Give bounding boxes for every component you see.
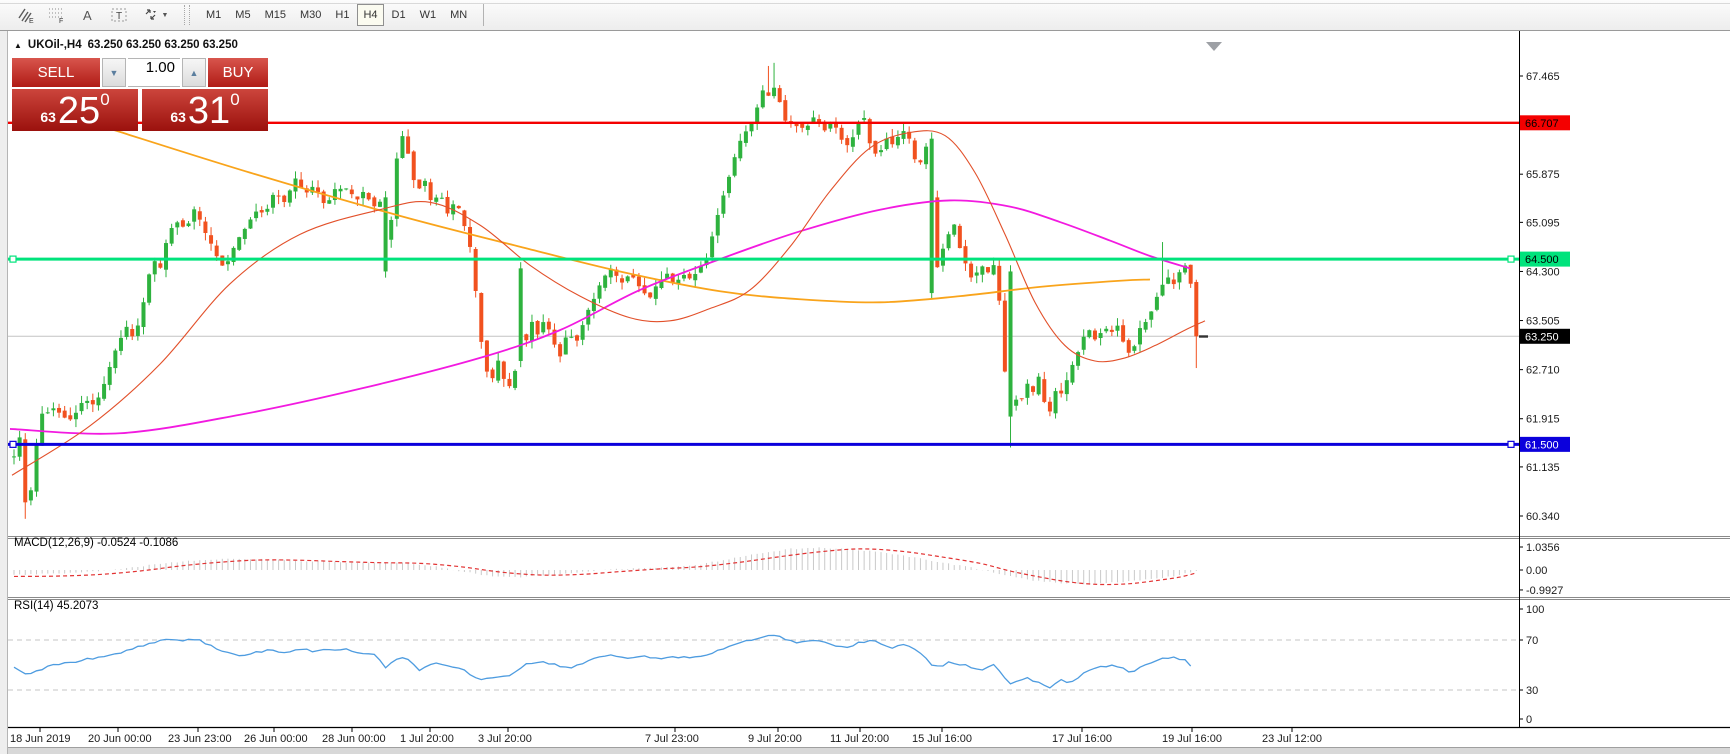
price-chart-canvas[interactable]: 67.465 65.875 65.095 64.300 63.505 62.710 61.9… <box>8 31 1730 754</box>
buy-button[interactable]: BUY <box>208 58 268 87</box>
bid-price-marker <box>1199 335 1208 337</box>
trading-platform-window: EFAT▼ M1M5M15M30H1H4D1W1MN 67.46565.8756… <box>0 0 1730 754</box>
rsi-axis-label: 70 <box>1526 635 1538 647</box>
tab-timeframe-D1[interactable]: D1 <box>386 4 412 26</box>
chart-title: ▲ UKOil-,H4 63.250 63.250 63.250 63.250 <box>14 39 238 51</box>
macd-axis-label: 1.0356 <box>1526 542 1560 554</box>
macd-indicator-label: MACD(12,26,9) -0.0524 -0.1086 <box>14 537 178 549</box>
chevron-down-icon: ▼ <box>162 12 169 19</box>
price-tick-label: 62.710 <box>1526 365 1560 377</box>
svg-text:A: A <box>83 8 92 23</box>
volume-decrease-button[interactable]: ▼ <box>102 58 126 87</box>
macd-axis-label: 0.00 <box>1526 565 1547 577</box>
tab-timeframe-H4[interactable]: H4 <box>357 4 383 26</box>
chart-ohlc-values: 63.250 63.250 63.250 63.250 <box>88 39 238 51</box>
one-click-trading-panel: SELL ▼ 1.00 ▲ BUY 63 25 0 63 31 0 <box>12 58 268 131</box>
time-axis-label: 1 Jul 20:00 <box>400 733 454 745</box>
price-tick-label: 67.465 <box>1526 71 1560 83</box>
window-bottom-edge <box>8 747 1730 754</box>
price-badge-label: 64.500 <box>1525 254 1559 266</box>
time-axis-label: 18 Jun 2019 <box>10 733 71 745</box>
sell-price-point: 0 <box>100 90 109 110</box>
text-box-icon-button[interactable]: T <box>105 3 133 27</box>
price-tick-label: 61.915 <box>1526 414 1560 426</box>
line-handle-right[interactable] <box>1508 441 1514 447</box>
grid-icon-button[interactable]: F <box>43 3 71 27</box>
buy-price-quote[interactable]: 63 31 0 <box>142 89 268 131</box>
tab-timeframe-M30[interactable]: M30 <box>294 4 327 26</box>
drawing-tools-group: E F A T ▼ <box>12 3 174 27</box>
sell-price-quote[interactable]: 63 25 0 <box>12 89 138 131</box>
toolbar-separator <box>483 4 484 26</box>
time-axis-label: 15 Jul 16:00 <box>912 733 972 745</box>
main-toolbar: E F A T ▼ M1M5M15M30H1H4D1W1MN <box>0 0 1730 31</box>
svg-text:E: E <box>29 18 34 24</box>
rsi-axis-label: 100 <box>1526 604 1544 616</box>
time-axis-label: 20 Jun 00:00 <box>88 733 152 745</box>
price-tick-label: 65.875 <box>1526 169 1560 181</box>
price-badge-label: 63.250 <box>1525 331 1559 343</box>
indicators-icon-button[interactable]: E <box>12 3 40 27</box>
text-label-icon-button[interactable]: A <box>74 3 102 27</box>
chart-area: 67.465 65.875 65.095 64.300 63.505 62.710 61.9… <box>8 31 1730 754</box>
line-handle-right[interactable] <box>1508 256 1514 262</box>
price-tick-label: 63.505 <box>1526 316 1560 328</box>
timeframe-group: M1M5M15M30H1H4D1W1MN <box>200 4 473 26</box>
svg-text:T: T <box>116 11 122 22</box>
toolbar-drag-handle[interactable] <box>184 5 190 25</box>
tab-timeframe-M5[interactable]: M5 <box>229 4 256 26</box>
price-tick-label: 60.340 <box>1526 511 1560 523</box>
price-tick-label: 64.300 <box>1526 266 1560 278</box>
time-axis-label: 23 Jul 12:00 <box>1262 733 1322 745</box>
rsi-axis-label: 0 <box>1526 714 1532 726</box>
rsi-indicator-label: RSI(14) 45.2073 <box>14 600 98 612</box>
tab-timeframe-M1[interactable]: M1 <box>200 4 227 26</box>
macd-axis-label: -0.9927 <box>1526 585 1563 597</box>
tab-timeframe-H1[interactable]: H1 <box>329 4 355 26</box>
buy-price-main: 31 <box>188 93 230 129</box>
price-tick-label: 61.135 <box>1526 462 1560 474</box>
svg-text:F: F <box>59 18 63 24</box>
time-axis-label: 9 Jul 20:00 <box>748 733 802 745</box>
line-handle-left[interactable] <box>10 256 16 262</box>
rsi-axis-label: 30 <box>1526 685 1538 697</box>
tab-timeframe-M15[interactable]: M15 <box>259 4 292 26</box>
volume-increase-button[interactable]: ▲ <box>182 58 206 87</box>
time-axis-label: 19 Jul 16:00 <box>1162 733 1222 745</box>
time-axis-label: 11 Jul 20:00 <box>830 733 889 745</box>
sell-price-prefix: 63 <box>40 109 56 125</box>
time-axis-label: 26 Jun 00:00 <box>244 733 308 745</box>
time-axis-label: 23 Jun 23:00 <box>168 733 232 745</box>
symbol-triangle-icon: ▲ <box>14 41 22 50</box>
volume-input[interactable]: 1.00 <box>128 58 180 87</box>
buy-price-point: 0 <box>230 90 239 110</box>
sell-price-main: 25 <box>58 93 100 129</box>
time-axis-label: 3 Jul 20:00 <box>478 733 532 745</box>
price-badge-label: 66.707 <box>1525 118 1559 130</box>
sell-button[interactable]: SELL <box>12 58 100 87</box>
time-axis-label: 28 Jun 00:00 <box>322 733 386 745</box>
tab-timeframe-W1[interactable]: W1 <box>414 4 443 26</box>
window-left-edge <box>0 31 8 754</box>
chart-symbol: UKOil-,H4 <box>28 39 82 51</box>
tab-timeframe-MN[interactable]: MN <box>444 4 473 26</box>
price-badge-label: 61.500 <box>1525 439 1559 451</box>
buy-price-prefix: 63 <box>170 109 186 125</box>
time-axis-label: 7 Jul 23:00 <box>645 733 699 745</box>
price-tick-label: 65.095 <box>1526 217 1560 229</box>
time-axis-label: 17 Jul 16:00 <box>1052 733 1112 745</box>
line-handle-left[interactable] <box>10 441 16 447</box>
objects-arrows-icon-button[interactable]: ▼ <box>136 3 174 27</box>
